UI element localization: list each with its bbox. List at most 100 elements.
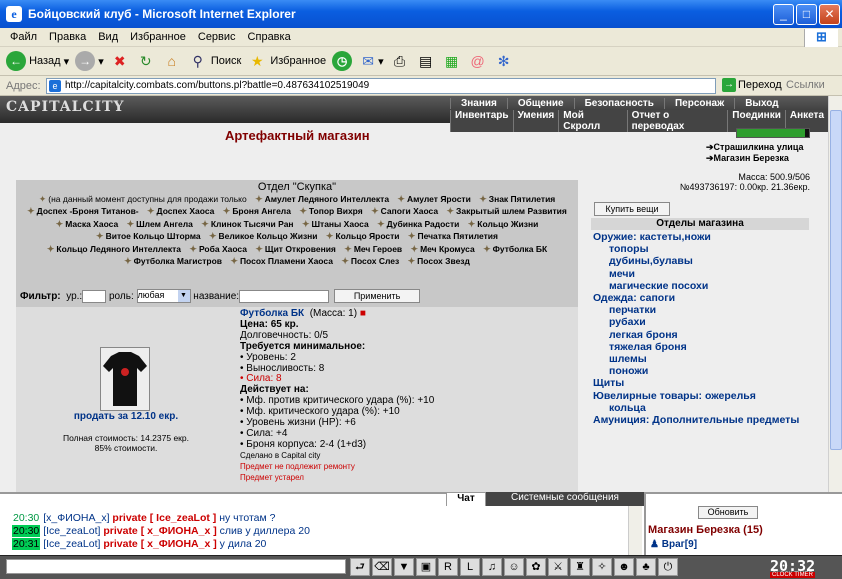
category-link[interactable]: кольца — [593, 402, 823, 414]
artifact-item[interactable]: Кольцо Ледяного Интеллекта — [47, 244, 181, 254]
filter-icon[interactable]: ▼ — [394, 558, 414, 576]
menu-favorites[interactable]: Избранное — [130, 31, 186, 43]
category-link[interactable]: перчатки — [593, 304, 823, 316]
artifact-item[interactable]: Печатка Пятилетия — [408, 231, 498, 241]
menu-tools[interactable]: Сервис — [198, 31, 236, 43]
category-link[interactable]: Щиты — [593, 377, 823, 389]
chat-private[interactable]: private [ x_ФИОНА_x ] — [103, 538, 216, 550]
settings-icon[interactable]: ✿ — [526, 558, 546, 576]
category-link[interactable]: Ювелирные товары: ожерелья — [593, 390, 823, 402]
artifact-item[interactable]: Знак Пятилетия — [479, 194, 555, 204]
chat-user[interactable]: [Ice_zeaLot] — [43, 525, 100, 537]
category-link[interactable]: дубины,булавы — [593, 255, 823, 267]
artifact-item[interactable]: Футболка Магистров — [124, 256, 222, 266]
chat-user[interactable]: [x_ФИОНА_x] — [43, 512, 109, 524]
smile-icon[interactable]: ☺ — [504, 558, 524, 576]
category-link[interactable]: мечи — [593, 268, 823, 280]
minimize-button[interactable]: _ — [773, 4, 794, 25]
go-button[interactable]: Переход — [738, 79, 782, 91]
stop-button[interactable]: ✖ — [110, 51, 130, 71]
artifact-item[interactable]: Сапоги Хаоса — [371, 206, 438, 216]
history-button[interactable]: ◷ — [332, 51, 353, 71]
page-scrollbar[interactable] — [828, 96, 842, 492]
translit-icon[interactable]: R — [438, 558, 458, 576]
artifact-item[interactable]: Топор Вихря — [299, 206, 362, 216]
nav-link-berezka[interactable]: ➔Магазин Березка — [706, 153, 789, 164]
latin-icon[interactable]: L — [460, 558, 480, 576]
chat-user[interactable]: [Ice_zeaLot] — [43, 538, 100, 550]
artifact-item[interactable]: Закрытый шлем Развития — [447, 206, 567, 216]
print-button[interactable]: ⎙ — [390, 51, 410, 71]
go-arrow-icon[interactable]: → — [722, 78, 736, 92]
links-button[interactable]: Ссылки — [786, 79, 825, 91]
artifact-item[interactable]: Дубинка Радости — [377, 219, 459, 229]
search-button[interactable]: ⚲ Поиск — [188, 51, 242, 71]
apply-button[interactable]: Применить — [334, 289, 421, 303]
artifact-item[interactable]: Посох Звезд — [408, 256, 470, 266]
category-link[interactable]: магические посохи — [593, 280, 823, 292]
back-button[interactable]: ← Назад ▾ — [6, 51, 69, 71]
category-link[interactable]: рубахи — [593, 316, 823, 328]
menu-edit[interactable]: Правка — [49, 31, 86, 43]
menu-view[interactable]: Вид — [98, 31, 118, 43]
menu-inventory[interactable]: Инвентарь — [450, 110, 513, 132]
maximize-button[interactable]: □ — [796, 4, 817, 25]
mail-button[interactable]: ✉ ▾ — [358, 51, 383, 71]
sell-button[interactable]: продать за 12.10 екр. — [46, 411, 206, 422]
name-input[interactable] — [239, 289, 330, 303]
artifact-item[interactable]: Шлем Ангела — [127, 219, 193, 229]
menu-scroll[interactable]: Мой Скролл — [558, 110, 626, 132]
artifact-item[interactable]: Доспех -Броня Титанов- — [27, 206, 139, 216]
category-link[interactable]: тяжелая броня — [593, 341, 823, 353]
artifact-item[interactable]: Щит Откровения — [255, 244, 336, 254]
artifact-item[interactable]: Штаны Хаоса — [302, 219, 369, 229]
category-link[interactable]: Оружие: кастеты,ножи — [593, 231, 823, 243]
category-link[interactable]: шлемы — [593, 353, 823, 365]
role-select[interactable]: любая — [136, 289, 191, 303]
menu-communication[interactable]: Общение — [506, 98, 574, 109]
save-icon[interactable]: ▣ — [416, 558, 436, 576]
artifact-item[interactable]: Футболка БК — [483, 244, 547, 254]
category-link[interactable]: легкая броня — [593, 329, 823, 341]
menu-character[interactable]: Персонаж — [663, 98, 734, 109]
artifact-item[interactable]: Меч Кромуса — [411, 244, 475, 254]
email-button[interactable]: @ — [468, 51, 488, 71]
buy-items-button[interactable]: Купить вещи — [594, 202, 670, 216]
artifact-item[interactable]: Маска Хаоса — [56, 219, 119, 229]
artifact-item[interactable]: Амулет Ярости — [397, 194, 470, 204]
artifact-item[interactable]: Витое Кольцо Шторма — [96, 231, 201, 241]
category-link[interactable]: поножи — [593, 365, 823, 377]
refresh-list-button[interactable]: Обновить — [698, 506, 758, 519]
artifact-item[interactable]: Кольцо Ярости — [326, 231, 400, 241]
level-input[interactable] — [82, 289, 107, 303]
fighter-icon[interactable]: ⚔ — [548, 558, 568, 576]
close-button[interactable]: ✕ — [819, 4, 840, 25]
menu-skills[interactable]: Умения — [512, 110, 559, 132]
artifact-item[interactable]: Великое Кольцо Жизни — [209, 231, 318, 241]
menu-security[interactable]: Безопасность — [573, 98, 664, 109]
item-name[interactable]: Футболка БК — [240, 308, 304, 319]
artifact-item[interactable]: Роба Хаоса — [189, 244, 247, 254]
friends-icon[interactable]: ☻ — [614, 558, 634, 576]
map-icon[interactable]: ✧ — [592, 558, 612, 576]
chat-private[interactable]: private [ Ice_zeaLot ] — [112, 512, 216, 524]
artifact-item[interactable]: Доспех Хаоса — [147, 206, 214, 216]
menu-file[interactable]: Файл — [10, 31, 37, 43]
artifact-item[interactable]: Броня Ангела — [223, 206, 291, 216]
chat-input[interactable] — [6, 559, 346, 574]
online-user[interactable]: ♟ Враг[9] — [650, 539, 697, 550]
menu-exit[interactable]: Выход — [734, 98, 788, 109]
artifact-item[interactable]: Кольцо Жизни — [468, 219, 539, 229]
chat-private[interactable]: private [ x_ФИОНА_x ] — [103, 525, 216, 537]
home-button[interactable]: ⌂ — [162, 51, 182, 71]
bag-icon[interactable]: ♜ — [570, 558, 590, 576]
tab-system[interactable]: Системные сообщения — [486, 492, 644, 506]
address-input[interactable]: e http://capitalcity.combats.com/buttons.… — [46, 78, 716, 94]
forward-button[interactable]: → ▾ — [75, 51, 104, 71]
msn-button[interactable]: ✻ — [494, 51, 514, 71]
refresh-button[interactable]: ↻ — [136, 51, 156, 71]
menu-knowledge[interactable]: Знания — [450, 98, 507, 109]
scroll-thumb[interactable] — [830, 110, 842, 450]
book-icon[interactable]: ♣ — [636, 558, 656, 576]
exit-icon[interactable]: ⏻ — [658, 558, 678, 576]
